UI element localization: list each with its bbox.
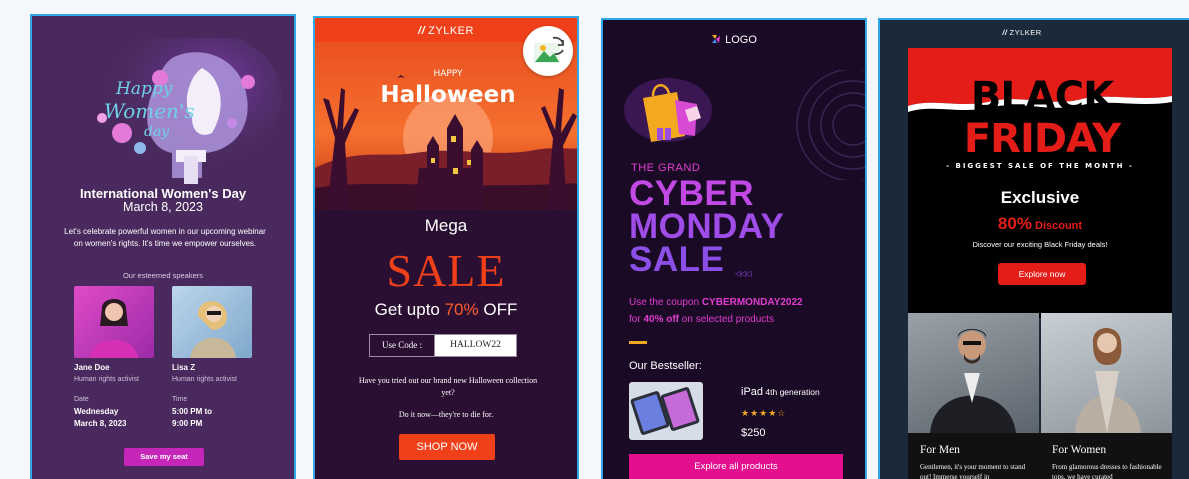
- template-card-womens-day[interactable]: Happy Women's day International Women's …: [30, 14, 296, 479]
- brand-name: ZYLKER: [428, 25, 474, 37]
- coupon-text: Use the coupon CYBERMONDAY2022 for 40% o…: [629, 297, 803, 325]
- speaker-name: Jane Doe: [74, 363, 110, 372]
- save-my-seat-button[interactable]: Save my seat: [124, 448, 204, 466]
- hero-tagline: - BIGGEST SALE OF THE MONTH -: [946, 162, 1134, 170]
- logo-icon: [712, 35, 721, 43]
- shop-now-button[interactable]: SHOP NOW: [399, 434, 495, 460]
- decorative-rings: [796, 70, 865, 180]
- product-name: iPad 4th generation: [741, 386, 820, 398]
- exclusive-heading: Exclusive: [1000, 188, 1080, 207]
- template-card-cyber-monday[interactable]: LOGO THE GRAND CYBER MONDAY SALE ◁◁◁ Use…: [601, 18, 867, 479]
- event-title: International Women's Day: [79, 186, 247, 201]
- womens-day-hero-illustration: Happy Women's day: [97, 38, 282, 184]
- coupon-code[interactable]: CYBERMONDAY2022: [702, 297, 803, 308]
- coupon-code-box[interactable]: Use Code : HALLOW22: [369, 334, 517, 357]
- mega-label: Mega: [424, 216, 468, 235]
- black-friday-hero-banner: BLACK FRIDAY - BIGGEST SALE OF THE MONTH…: [908, 48, 1172, 178]
- event-date: March 8, 2023: [123, 200, 203, 214]
- product-price: $250: [741, 427, 766, 439]
- zylker-logo-icon: //: [418, 25, 426, 37]
- hero-title-friday: FRIDAY: [964, 116, 1122, 162]
- speaker-role: Human rights activist: [74, 376, 139, 383]
- brand-header: //ZYLKER: [880, 28, 1164, 37]
- speaker-photo-lisa: [172, 286, 252, 358]
- for-women-heading[interactable]: For Women: [1052, 444, 1106, 456]
- speaker-photo-jane: [74, 286, 154, 358]
- explore-all-products-button[interactable]: Explore all products: [629, 454, 843, 479]
- product-rating-stars: ★★★★☆: [741, 408, 787, 418]
- the-grand-label: THE GRAND: [631, 162, 701, 174]
- divider: [629, 341, 647, 344]
- women-photo: [1041, 313, 1172, 433]
- product-image: [629, 382, 703, 440]
- speaker-role: Human rights activist: [172, 376, 237, 383]
- for-men-heading[interactable]: For Men: [920, 444, 960, 456]
- svg-text:Women's: Women's: [104, 99, 195, 123]
- logo-header: LOGO: [603, 34, 865, 46]
- brand-name: ZYLKER: [1009, 28, 1042, 37]
- svg-text:Happy: Happy: [115, 79, 173, 99]
- cyber-monday-headline: CYBER MONDAY SALE: [629, 174, 785, 279]
- speakers-heading: Our esteemed speakers: [122, 271, 204, 280]
- for-men-text: Gentlemen, it's your moment to stand out…: [920, 463, 1026, 479]
- image-swap-icon[interactable]: [523, 26, 573, 76]
- template-card-black-friday[interactable]: //ZYLKER BLACK FRIDAY - BIGGEST SALE OF …: [878, 18, 1189, 479]
- discount-line: Get upto 70% OFF: [374, 300, 518, 319]
- coupon-code-label: Use Code :: [370, 335, 435, 356]
- zylker-logo-icon: //: [1002, 28, 1008, 37]
- halloween-hero-title: Halloween: [380, 82, 515, 108]
- sale-headline: SALE: [386, 245, 506, 296]
- deals-subtitle: Discover our exciting Black Friday deals…: [972, 240, 1108, 249]
- men-photo: [908, 313, 1039, 433]
- discount-line: 80% Discount: [997, 214, 1083, 233]
- arrows-decoration: ◁◁◁: [735, 269, 752, 278]
- explore-now-button[interactable]: Explore now: [998, 263, 1086, 285]
- svg-text:day: day: [144, 124, 170, 140]
- time-value: 5:00 PM to 9:00 PM: [172, 407, 213, 428]
- time-label: Time: [172, 396, 188, 403]
- hero-title-black: BLACK: [971, 74, 1116, 120]
- shopping-bag-illustration: [624, 78, 712, 142]
- logo-text: LOGO: [725, 34, 757, 46]
- bestseller-heading: Our Bestseller:: [629, 360, 702, 372]
- promo-paragraph: Have you tried out our brand new Hallowe…: [358, 376, 538, 397]
- event-description: Let's celebrate powerful women in our up…: [64, 227, 266, 248]
- coupon-code-value[interactable]: HALLOW22: [435, 335, 516, 356]
- template-card-halloween[interactable]: HAPPY Halloween //ZYLKER Mega SALE Get u…: [313, 16, 579, 479]
- halloween-hero-small-text: HAPPY: [433, 69, 463, 79]
- coupon-percent: 40% off: [643, 314, 680, 325]
- for-women-text: From glamorous dresses to fashionable to…: [1052, 463, 1162, 479]
- date-label: Date: [74, 396, 89, 403]
- speaker-name: Lisa Z: [172, 363, 196, 372]
- promo-tagline: Do it now—they're to die for.: [398, 410, 494, 419]
- discount-percent: 80%: [997, 214, 1032, 233]
- date-value: Wednesday March 8, 2023: [74, 407, 127, 428]
- discount-percent: 70%: [444, 300, 479, 319]
